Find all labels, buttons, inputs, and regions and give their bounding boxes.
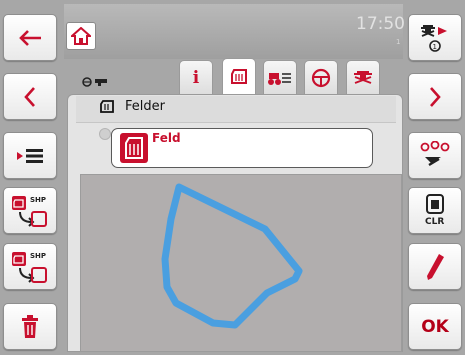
svg-text:CLR: CLR — [425, 217, 444, 227]
delete-button[interactable] — [3, 303, 57, 350]
trash-icon — [22, 314, 38, 338]
clear-button[interactable]: CLR — [408, 187, 462, 234]
home-icon — [71, 27, 91, 45]
clock-sub: 1 — [396, 38, 401, 46]
tab-fields[interactable] — [222, 58, 256, 95]
chevron-left-icon — [24, 86, 35, 107]
selection-indicator — [99, 128, 111, 140]
list-arrow-icon — [17, 148, 43, 163]
tab-steering[interactable] — [304, 60, 338, 94]
shp-export-icon: SHP — [12, 251, 47, 283]
filter-button[interactable] — [408, 132, 462, 179]
next-button[interactable] — [408, 73, 462, 120]
filter-icon — [420, 140, 450, 166]
list-item-label: Feld — [152, 131, 181, 145]
ok-label: OK — [421, 316, 449, 337]
field-item-icon — [120, 133, 148, 163]
list-item-field[interactable] — [111, 128, 373, 168]
tractor-icon — [354, 70, 372, 84]
tractor-implement-button[interactable]: 1 — [408, 14, 462, 61]
field-icon — [100, 100, 114, 113]
steering-tractor-status-icon — [82, 77, 107, 87]
svg-text:SHP: SHP — [30, 196, 46, 204]
status-icons — [82, 72, 110, 91]
shp-export-button[interactable]: SHP — [3, 243, 57, 290]
implement-icon — [268, 72, 291, 85]
panel-header — [76, 96, 396, 123]
back-button[interactable] — [3, 14, 57, 61]
svg-text:1: 1 — [433, 43, 437, 51]
shp-import-button[interactable]: SHP — [3, 187, 57, 234]
arrow-left-icon — [19, 29, 41, 46]
field-icon — [231, 69, 247, 84]
tab-implement[interactable] — [263, 60, 297, 94]
home-button[interactable] — [66, 22, 96, 50]
info-icon: i — [192, 67, 200, 88]
clock: 17:50 — [356, 14, 405, 34]
tab-info[interactable]: i — [179, 60, 213, 94]
ok-button[interactable]: OK — [408, 303, 462, 350]
tractor-implement-icon: 1 — [421, 24, 447, 52]
pencil-icon — [427, 253, 444, 280]
shp-import-icon: SHP — [12, 195, 47, 227]
svg-text:SHP: SHP — [30, 252, 46, 260]
tab-tractor[interactable] — [346, 60, 380, 94]
field-boundary — [161, 183, 303, 329]
chevron-right-icon — [430, 86, 441, 107]
edit-button[interactable] — [408, 243, 462, 290]
list-menu-button[interactable] — [3, 132, 57, 179]
top-bar — [64, 4, 403, 59]
previous-button[interactable] — [3, 73, 57, 120]
panel-title: Felder — [125, 99, 165, 114]
clear-icon: CLR — [425, 193, 444, 227]
steering-wheel-icon — [311, 68, 331, 87]
field-map[interactable] — [80, 174, 402, 352]
